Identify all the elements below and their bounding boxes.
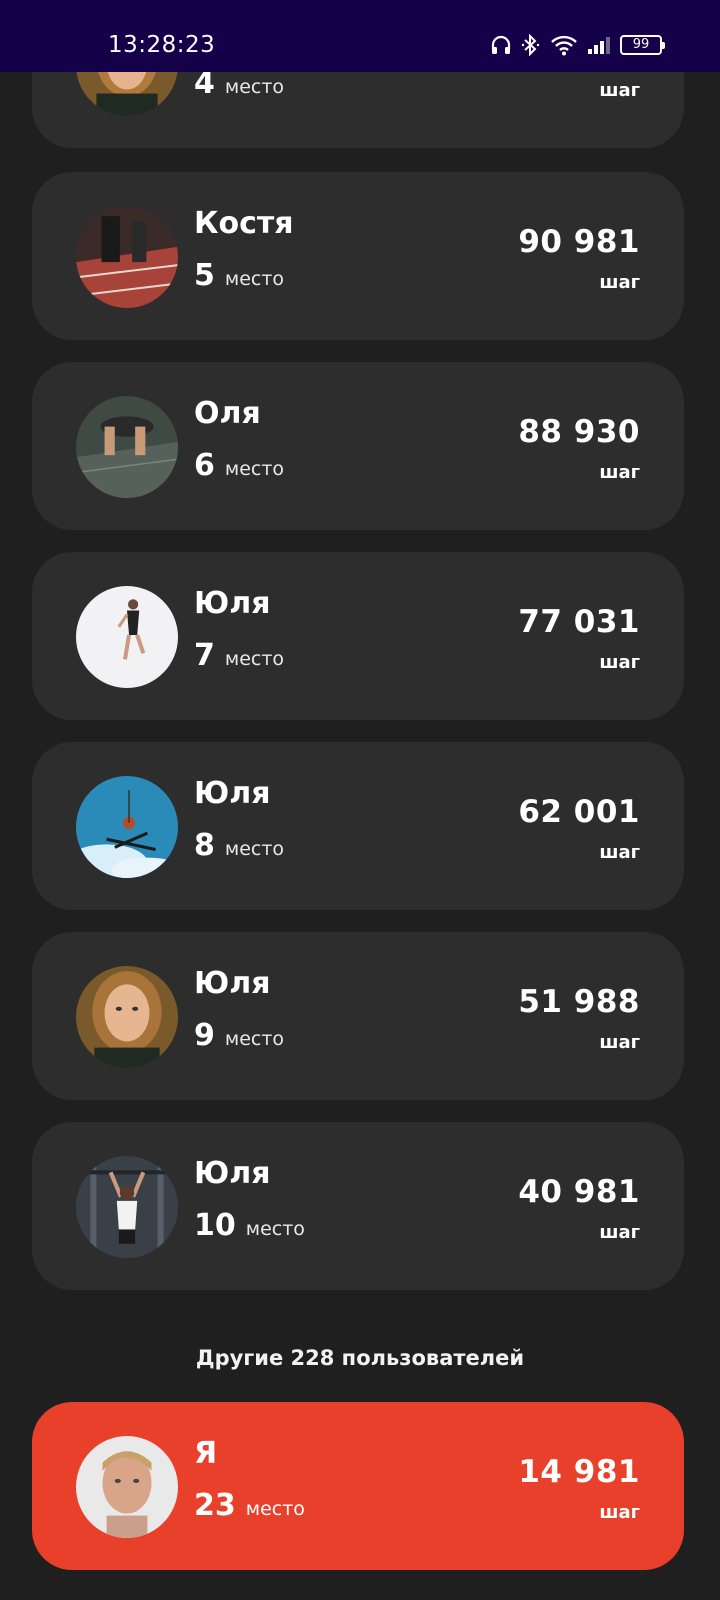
bluetooth-icon — [521, 34, 540, 56]
steps-count: 14 981 — [518, 1454, 640, 1490]
avatar — [76, 396, 178, 498]
user-name: Оля — [194, 396, 261, 431]
leaderboard-card[interactable]: Юля 7 место 77 031 шаг — [32, 552, 684, 720]
battery-icon: 99 — [620, 35, 665, 55]
rank-number: 5 — [194, 258, 215, 293]
leaderboard-card[interactable]: Юля 9 место 51 988 шаг — [32, 932, 684, 1100]
steps-count: 40 981 — [518, 1174, 640, 1210]
headphones-icon — [491, 35, 511, 54]
leaderboard-card[interactable]: Оля 6 место 88 930 шаг — [32, 362, 684, 530]
rank-label: место — [224, 838, 285, 860]
status-icons: 99 — [490, 34, 665, 56]
status-time: 13:28:23 — [108, 32, 216, 58]
steps-unit: шаг — [599, 1032, 640, 1053]
avatar — [76, 206, 178, 308]
avatar — [76, 966, 178, 1068]
steps-count: 77 031 — [518, 604, 640, 640]
steps-unit: шаг — [599, 1222, 640, 1243]
my-leaderboard-card[interactable]: Я 23 место 14 981 шаг — [32, 1402, 684, 1570]
rank-number: 23 — [194, 1488, 236, 1523]
rank-label: место — [224, 648, 285, 670]
user-name: Юля — [194, 966, 271, 1001]
rank-label: место — [245, 1218, 305, 1240]
avatar — [76, 1436, 178, 1538]
avatar — [76, 776, 178, 878]
rank-label: место — [224, 76, 285, 98]
rank-number: 9 — [194, 1018, 215, 1053]
rank-label: место — [224, 1028, 285, 1050]
skier-sky-photo — [76, 776, 178, 878]
jumping-woman-photo — [76, 586, 178, 688]
user-name: Юля — [194, 776, 271, 811]
steps-unit: шаг — [599, 272, 640, 293]
steps-count: 90 981 — [518, 224, 640, 260]
user-name: Юля — [194, 586, 271, 621]
status-bar: 13:28:23 99 — [0, 0, 720, 72]
avatar — [76, 586, 178, 688]
gym-jump-photo — [76, 396, 178, 498]
steps-unit: шаг — [599, 80, 640, 101]
leaderboard-card[interactable]: Юля 8 место 62 001 шаг — [32, 742, 684, 910]
rank-label: место — [224, 268, 285, 290]
user-name: Я — [194, 1436, 218, 1471]
rank-number: 6 — [194, 448, 215, 483]
user-name: Костя — [194, 206, 294, 241]
user-name: Юля — [194, 1156, 271, 1191]
man-portrait-photo — [76, 1436, 178, 1538]
steps-unit: шаг — [599, 1502, 640, 1523]
wifi-icon — [551, 35, 577, 56]
steps-unit: шаг — [599, 652, 640, 673]
rank-number: 10 — [194, 1208, 236, 1243]
steps-unit: шаг — [599, 842, 640, 863]
leaderboard-screen: 4 место шаг Костя 5 место 90 981 шаг Оля… — [0, 0, 720, 1600]
woman-portrait-photo — [76, 966, 178, 1068]
steps-count: 62 001 — [518, 794, 640, 830]
leaderboard-card[interactable]: Юля 10 место 40 981 шаг — [32, 1122, 684, 1290]
leaderboard-card[interactable]: Костя 5 место 90 981 шаг — [32, 172, 684, 340]
rank-number: 8 — [194, 828, 215, 863]
rank-label: место — [224, 458, 285, 480]
avatar — [76, 1156, 178, 1258]
signal-icon — [588, 37, 610, 54]
steps-unit: шаг — [599, 462, 640, 483]
gym-pullup-photo — [76, 1156, 178, 1258]
runner-track-photo — [76, 206, 178, 308]
other-users-link[interactable]: Другие 228 пользователей — [0, 1346, 720, 1370]
steps-count: 88 930 — [518, 414, 640, 450]
rank-number: 7 — [194, 638, 215, 673]
rank-label: место — [245, 1498, 305, 1520]
steps-count: 51 988 — [518, 984, 640, 1020]
